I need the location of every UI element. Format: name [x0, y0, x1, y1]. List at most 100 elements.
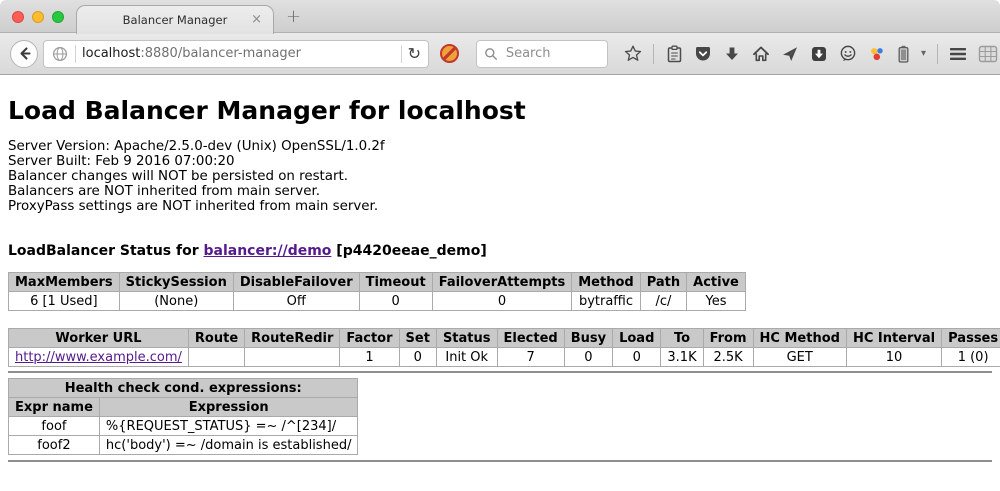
url-bar[interactable]: localhost:8880/balancer-manager ↻ [43, 40, 429, 68]
expr-name-value: foof2 [9, 436, 100, 455]
table-row: 6 [1 Used] (None) Off 0 0 bytraffic /c/ … [9, 292, 746, 311]
toolbar-icons: ▾ [624, 44, 998, 64]
tab-close-icon[interactable]: × [251, 13, 262, 26]
col-from: From [703, 329, 753, 348]
urlbar-divider [75, 45, 76, 63]
col-expression: Expression [99, 398, 358, 417]
divider [8, 460, 992, 462]
search-bar[interactable] [476, 40, 608, 68]
routeredir-value [245, 348, 340, 367]
tab-groups-icon[interactable] [978, 45, 998, 63]
server-built-line: Server Built: Feb 9 2016 07:00:20 [8, 154, 992, 169]
search-input[interactable] [504, 45, 600, 62]
col-to: To [661, 329, 703, 348]
expression-value: hc('body') =~ /domain is established/ [99, 436, 358, 455]
balancer-settings-table: MaxMembers StickySession DisableFailover… [8, 272, 746, 311]
table-row: http://www.example.com/ 1 0 Init Ok 7 0 … [9, 348, 1000, 367]
to-value: 3.1K [661, 348, 703, 367]
col-elected: Elected [497, 329, 564, 348]
window-minimize-button[interactable] [32, 11, 44, 23]
search-icon [484, 45, 499, 63]
back-arrow-icon [15, 45, 33, 63]
col-maxmembers: MaxMembers [9, 273, 120, 292]
col-timeout: Timeout [359, 273, 432, 292]
overflow-caret-icon[interactable]: ▾ [921, 45, 926, 63]
passes-value: 1 (0) [942, 348, 1000, 367]
plugin-blocked-icon[interactable] [440, 44, 459, 63]
col-hc-method: HC Method [753, 329, 846, 348]
send-to-device-icon[interactable] [781, 45, 799, 63]
col-route: Route [188, 329, 244, 348]
load-value: 0 [613, 348, 661, 367]
expr-name-value: foof [9, 417, 100, 436]
download-icon[interactable] [723, 45, 741, 63]
proxypass-notice-line: ProxyPass settings are NOT inherited fro… [8, 199, 992, 214]
hc-interval-value: 10 [846, 348, 941, 367]
window-close-button[interactable] [12, 11, 24, 23]
col-load: Load [613, 329, 661, 348]
server-info: Server Version: Apache/2.5.0-dev (Unix) … [8, 139, 992, 214]
col-status: Status [436, 329, 497, 348]
browser-tab[interactable]: Balancer Manager × [76, 5, 274, 34]
factor-value: 1 [340, 348, 399, 367]
failoverattempts-value: 0 [432, 292, 572, 311]
window-zoom-button[interactable] [52, 11, 64, 23]
set-value: 0 [399, 348, 436, 367]
health-check-table: Health check cond. expressions: Expr nam… [8, 378, 358, 455]
url-host: localhost [82, 46, 140, 61]
persist-notice-line: Balancer changes will NOT be persisted o… [8, 169, 992, 184]
reading-list-icon[interactable] [665, 45, 683, 63]
worker-url-link[interactable]: http://www.example.com/ [15, 350, 182, 365]
page-content: Load Balancer Manager for localhost Serv… [0, 96, 1000, 462]
expression-value: %{REQUEST_STATUS} =~ /^[234]/ [99, 417, 358, 436]
worker-table: Worker URL Route RouteRedir Factor Set S… [8, 328, 1000, 367]
col-set: Set [399, 329, 436, 348]
route-value [188, 348, 244, 367]
new-tab-button[interactable]: + [286, 6, 301, 27]
maxmembers-value: 6 [1 Used] [9, 292, 120, 311]
globe-icon [51, 45, 69, 63]
col-stickysession: StickySession [119, 273, 233, 292]
status-value: Init Ok [436, 348, 497, 367]
url-text[interactable]: localhost:8880/balancer-manager [82, 46, 395, 61]
menu-hamburger-icon[interactable] [949, 45, 967, 63]
bookmark-star-icon[interactable] [624, 45, 642, 63]
col-hc-interval: HC Interval [846, 329, 941, 348]
busy-value: 0 [564, 348, 612, 367]
timeout-value: 0 [359, 292, 432, 311]
elected-value: 7 [497, 348, 564, 367]
server-version-line: Server Version: Apache/2.5.0-dev (Unix) … [8, 139, 992, 154]
url-path: :8880/balancer-manager [140, 46, 301, 61]
disablefailover-value: Off [233, 292, 359, 311]
col-worker-url: Worker URL [9, 329, 189, 348]
health-check-title: Health check cond. expressions: [9, 379, 358, 398]
status-prefix: LoadBalancer Status for [8, 243, 204, 259]
colored-dots-extension-icon[interactable] [868, 45, 886, 63]
reload-icon[interactable]: ↻ [408, 46, 421, 62]
balancer-demo-link[interactable]: balancer://demo [204, 243, 332, 259]
path-value: /c/ [640, 292, 686, 311]
battery-extension-icon[interactable] [897, 45, 910, 63]
col-disablefailover: DisableFailover [233, 273, 359, 292]
col-factor: Factor [340, 329, 399, 348]
from-value: 2.5K [703, 348, 753, 367]
table-row: foof %{REQUEST_STATUS} =~ /^[234]/ [9, 417, 358, 436]
col-routeredir: RouteRedir [245, 329, 340, 348]
home-icon[interactable] [752, 45, 770, 63]
window-controls [12, 11, 64, 23]
col-expr-name: Expr name [9, 398, 100, 417]
col-busy: Busy [564, 329, 612, 348]
method-value: bytraffic [572, 292, 640, 311]
pocket-icon[interactable] [694, 45, 712, 63]
page-title: Load Balancer Manager for localhost [8, 96, 992, 125]
table-header-row: Expr name Expression [9, 398, 358, 417]
divider [8, 371, 992, 373]
video-download-helper-icon[interactable] [810, 45, 828, 63]
balancers-notice-line: Balancers are NOT inherited from main se… [8, 184, 992, 199]
table-title-row: Health check cond. expressions: [9, 379, 358, 398]
col-active: Active [687, 273, 746, 292]
table-row: foof2 hc('body') =~ /domain is establish… [9, 436, 358, 455]
browser-titlebar: Balancer Manager × + [0, 0, 1000, 33]
chat-smiley-icon[interactable] [839, 45, 857, 63]
back-button[interactable] [10, 40, 38, 68]
